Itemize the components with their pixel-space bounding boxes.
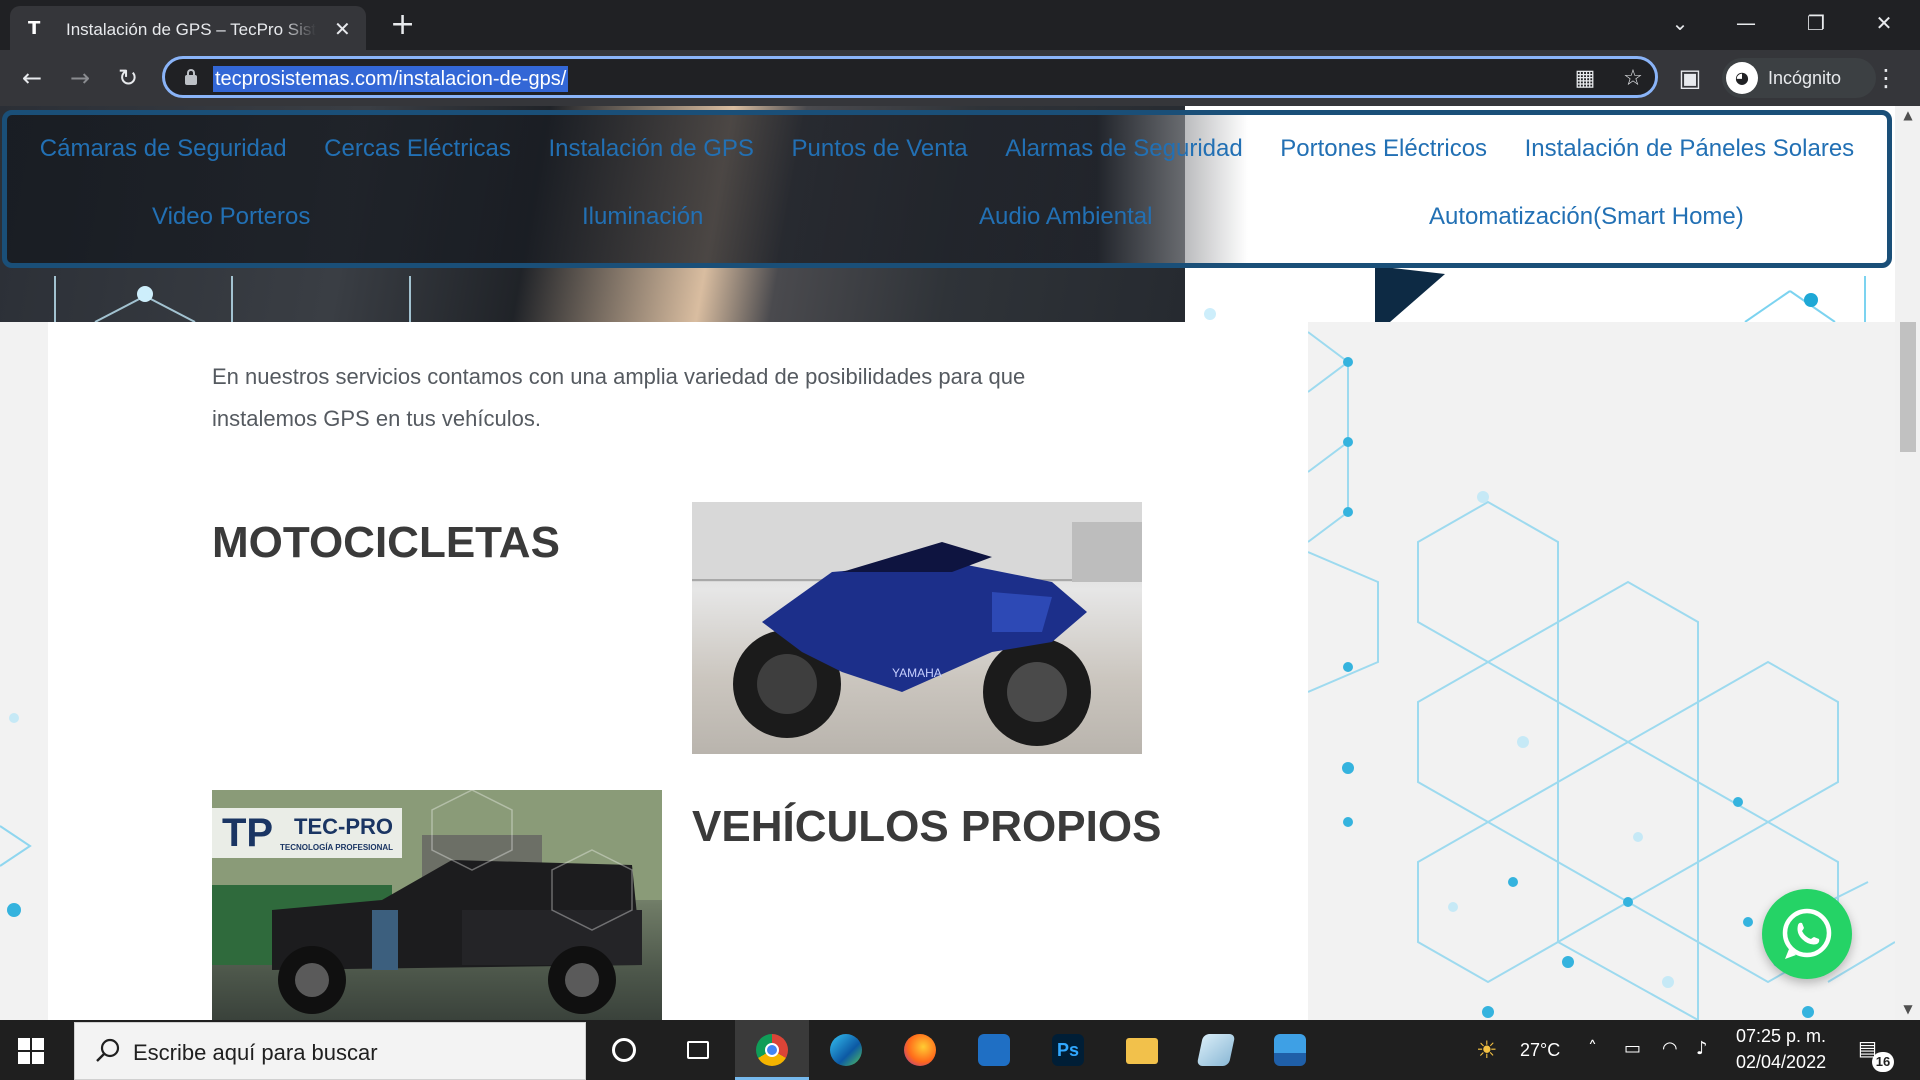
photoshop-taskbar-button[interactable]: Ps <box>1031 1020 1105 1080</box>
incognito-indicator[interactable]: ◕ Incógnito <box>1722 58 1876 98</box>
star-icon[interactable]: ☆ <box>1619 65 1647 93</box>
clock-time[interactable]: 07:25 p. m. <box>1736 1026 1826 1047</box>
tab-close-icon[interactable]: ✕ <box>334 17 351 41</box>
browser-tab[interactable]: T Instalación de GPS – TecPro Sistemas ✕ <box>10 6 366 50</box>
nav-link-alarmas[interactable]: Alarmas de Seguridad <box>1005 135 1242 163</box>
section-title-motocicletas: MOTOCICLETAS <box>212 518 560 567</box>
edge-taskbar-button[interactable] <box>809 1020 883 1080</box>
main-navigation: Cámaras de Seguridad Cercas Eléctricas I… <box>2 110 1892 268</box>
moto-brand-text: YAMAHA <box>892 666 942 680</box>
favicon-icon: T <box>28 18 41 39</box>
cortana-icon <box>612 1038 636 1062</box>
nav-link-audio-ambiental[interactable]: Audio Ambiental <box>979 203 1152 231</box>
photoshop-icon: Ps <box>1052 1034 1084 1066</box>
app-taskbar-button[interactable] <box>957 1020 1031 1080</box>
hexagon-background-left <box>0 713 32 917</box>
nav-link-puntos-venta[interactable]: Puntos de Venta <box>792 135 968 163</box>
reload-icon[interactable]: ↻ <box>112 62 144 94</box>
search-placeholder: Escribe aquí para buscar <box>133 1040 378 1065</box>
url-text[interactable]: tecprosistemas.com/instalacion-de-gps/ <box>213 66 569 92</box>
restore-button[interactable]: ❐ <box>1796 8 1836 38</box>
file-explorer-taskbar-button[interactable] <box>1105 1020 1179 1080</box>
scrollbar-thumb[interactable] <box>1900 322 1916 452</box>
edge-icon <box>830 1034 862 1066</box>
truck-logo-subtitle: TECNOLOGÍA PROFESIONAL <box>280 843 393 852</box>
intro-text: En nuestros servicios contamos con una a… <box>212 364 1026 431</box>
task-view-icon <box>687 1041 709 1059</box>
windows-start-icon[interactable] <box>18 1038 44 1064</box>
search-icon <box>96 1038 120 1062</box>
whatsapp-button[interactable] <box>1762 889 1852 979</box>
address-bar[interactable]: tecprosistemas.com/instalacion-de-gps/ ▦… <box>162 56 1658 98</box>
truck-logo-title: TEC-PRO <box>294 814 393 839</box>
forward-arrow-icon[interactable]: → <box>64 62 96 94</box>
notepad-icon <box>1196 1034 1236 1066</box>
nav-link-automatizacion[interactable]: Automatización(Smart Home) <box>1429 203 1744 231</box>
motorcycle-photo: YAMAHA <box>692 502 1142 754</box>
photos-taskbar-button[interactable] <box>1253 1020 1327 1080</box>
photos-icon <box>1274 1034 1306 1066</box>
main-content: En nuestros servicios contamos con una a… <box>48 322 1308 1020</box>
firefox-icon <box>904 1034 936 1066</box>
tray-chevron-icon[interactable]: ˄ <box>1588 1038 1597 1059</box>
incognito-label: Incógnito <box>1768 68 1842 88</box>
app-icon <box>978 1034 1010 1066</box>
file-explorer-icon <box>1126 1038 1158 1064</box>
nav-link-video-porteros[interactable]: Video Porteros <box>152 203 310 231</box>
windows-taskbar: Escribe aquí para buscar Ps ☀ 27°C ˄ ▭ ◠… <box>0 1020 1920 1080</box>
notification-count: 16 <box>1872 1052 1894 1072</box>
nav-link-paneles-solares[interactable]: Instalación de Páneles Solares <box>1525 135 1855 163</box>
clock-date[interactable]: 02/04/2022 <box>1736 1052 1826 1073</box>
scroll-down-arrow-icon[interactable]: ▼ <box>1899 1002 1917 1016</box>
lock-icon[interactable] <box>185 69 197 85</box>
nav-link-iluminacion[interactable]: Iluminación <box>582 203 703 231</box>
browser-toolbar: ← → ↻ tecprosistemas.com/instalacion-de-… <box>0 50 1920 106</box>
nav-link-portones[interactable]: Portones Eléctricos <box>1280 135 1487 163</box>
whatsapp-icon <box>1782 908 1832 959</box>
tab-strip: T Instalación de GPS – TecPro Sistemas ✕… <box>0 0 1920 50</box>
nav-link-camaras[interactable]: Cámaras de Seguridad <box>40 135 287 163</box>
minimize-button[interactable]: — <box>1726 8 1766 38</box>
nav-link-cercas[interactable]: Cercas Eléctricas <box>324 135 511 163</box>
cortana-button[interactable] <box>587 1020 661 1080</box>
truck-photo: TP TEC-PRO TECNOLOGÍA PROFESIONAL <box>212 790 662 1020</box>
menu-icon[interactable]: ⋮ <box>1870 62 1902 94</box>
incognito-icon: ◕ <box>1726 62 1758 94</box>
nav-row-primary: Cámaras de Seguridad Cercas Eléctricas I… <box>7 135 1887 163</box>
weather-temp[interactable]: 27°C <box>1520 1040 1560 1061</box>
battery-icon[interactable]: ▭ <box>1624 1038 1641 1059</box>
task-view-button[interactable] <box>661 1020 735 1080</box>
volume-icon[interactable]: ♪ <box>1696 1038 1708 1059</box>
taskbar-search-box[interactable]: Escribe aquí para buscar <box>74 1022 586 1080</box>
qr-icon[interactable]: ▦ <box>1571 65 1599 93</box>
sidebar-icon[interactable]: ▣ <box>1674 62 1706 94</box>
back-arrow-icon[interactable]: ← <box>16 62 48 94</box>
close-window-button[interactable]: ✕ <box>1864 8 1904 38</box>
notepad-taskbar-button[interactable] <box>1179 1020 1253 1080</box>
chrome-taskbar-button[interactable] <box>735 1020 809 1080</box>
page-viewport: En nuestros servicios contamos con una a… <box>0 106 1920 1020</box>
scroll-up-arrow-icon[interactable]: ▲ <box>1899 108 1917 122</box>
svg-text:TP: TP <box>222 811 273 855</box>
new-tab-button[interactable]: + <box>390 8 415 42</box>
tab-title: Instalación de GPS – TecPro Sistemas <box>66 20 316 39</box>
wifi-icon[interactable]: ◠ <box>1662 1038 1678 1059</box>
nav-link-gps[interactable]: Instalación de GPS <box>548 135 753 163</box>
tab-search-icon[interactable]: ⌄ <box>1660 8 1700 38</box>
section-title-vehiculos-propios: VEHÍCULOS PROPIOS <box>692 802 1162 851</box>
firefox-taskbar-button[interactable] <box>883 1020 957 1080</box>
weather-icon[interactable]: ☀ <box>1476 1036 1498 1064</box>
scrollbar-track[interactable] <box>1895 106 1920 1020</box>
